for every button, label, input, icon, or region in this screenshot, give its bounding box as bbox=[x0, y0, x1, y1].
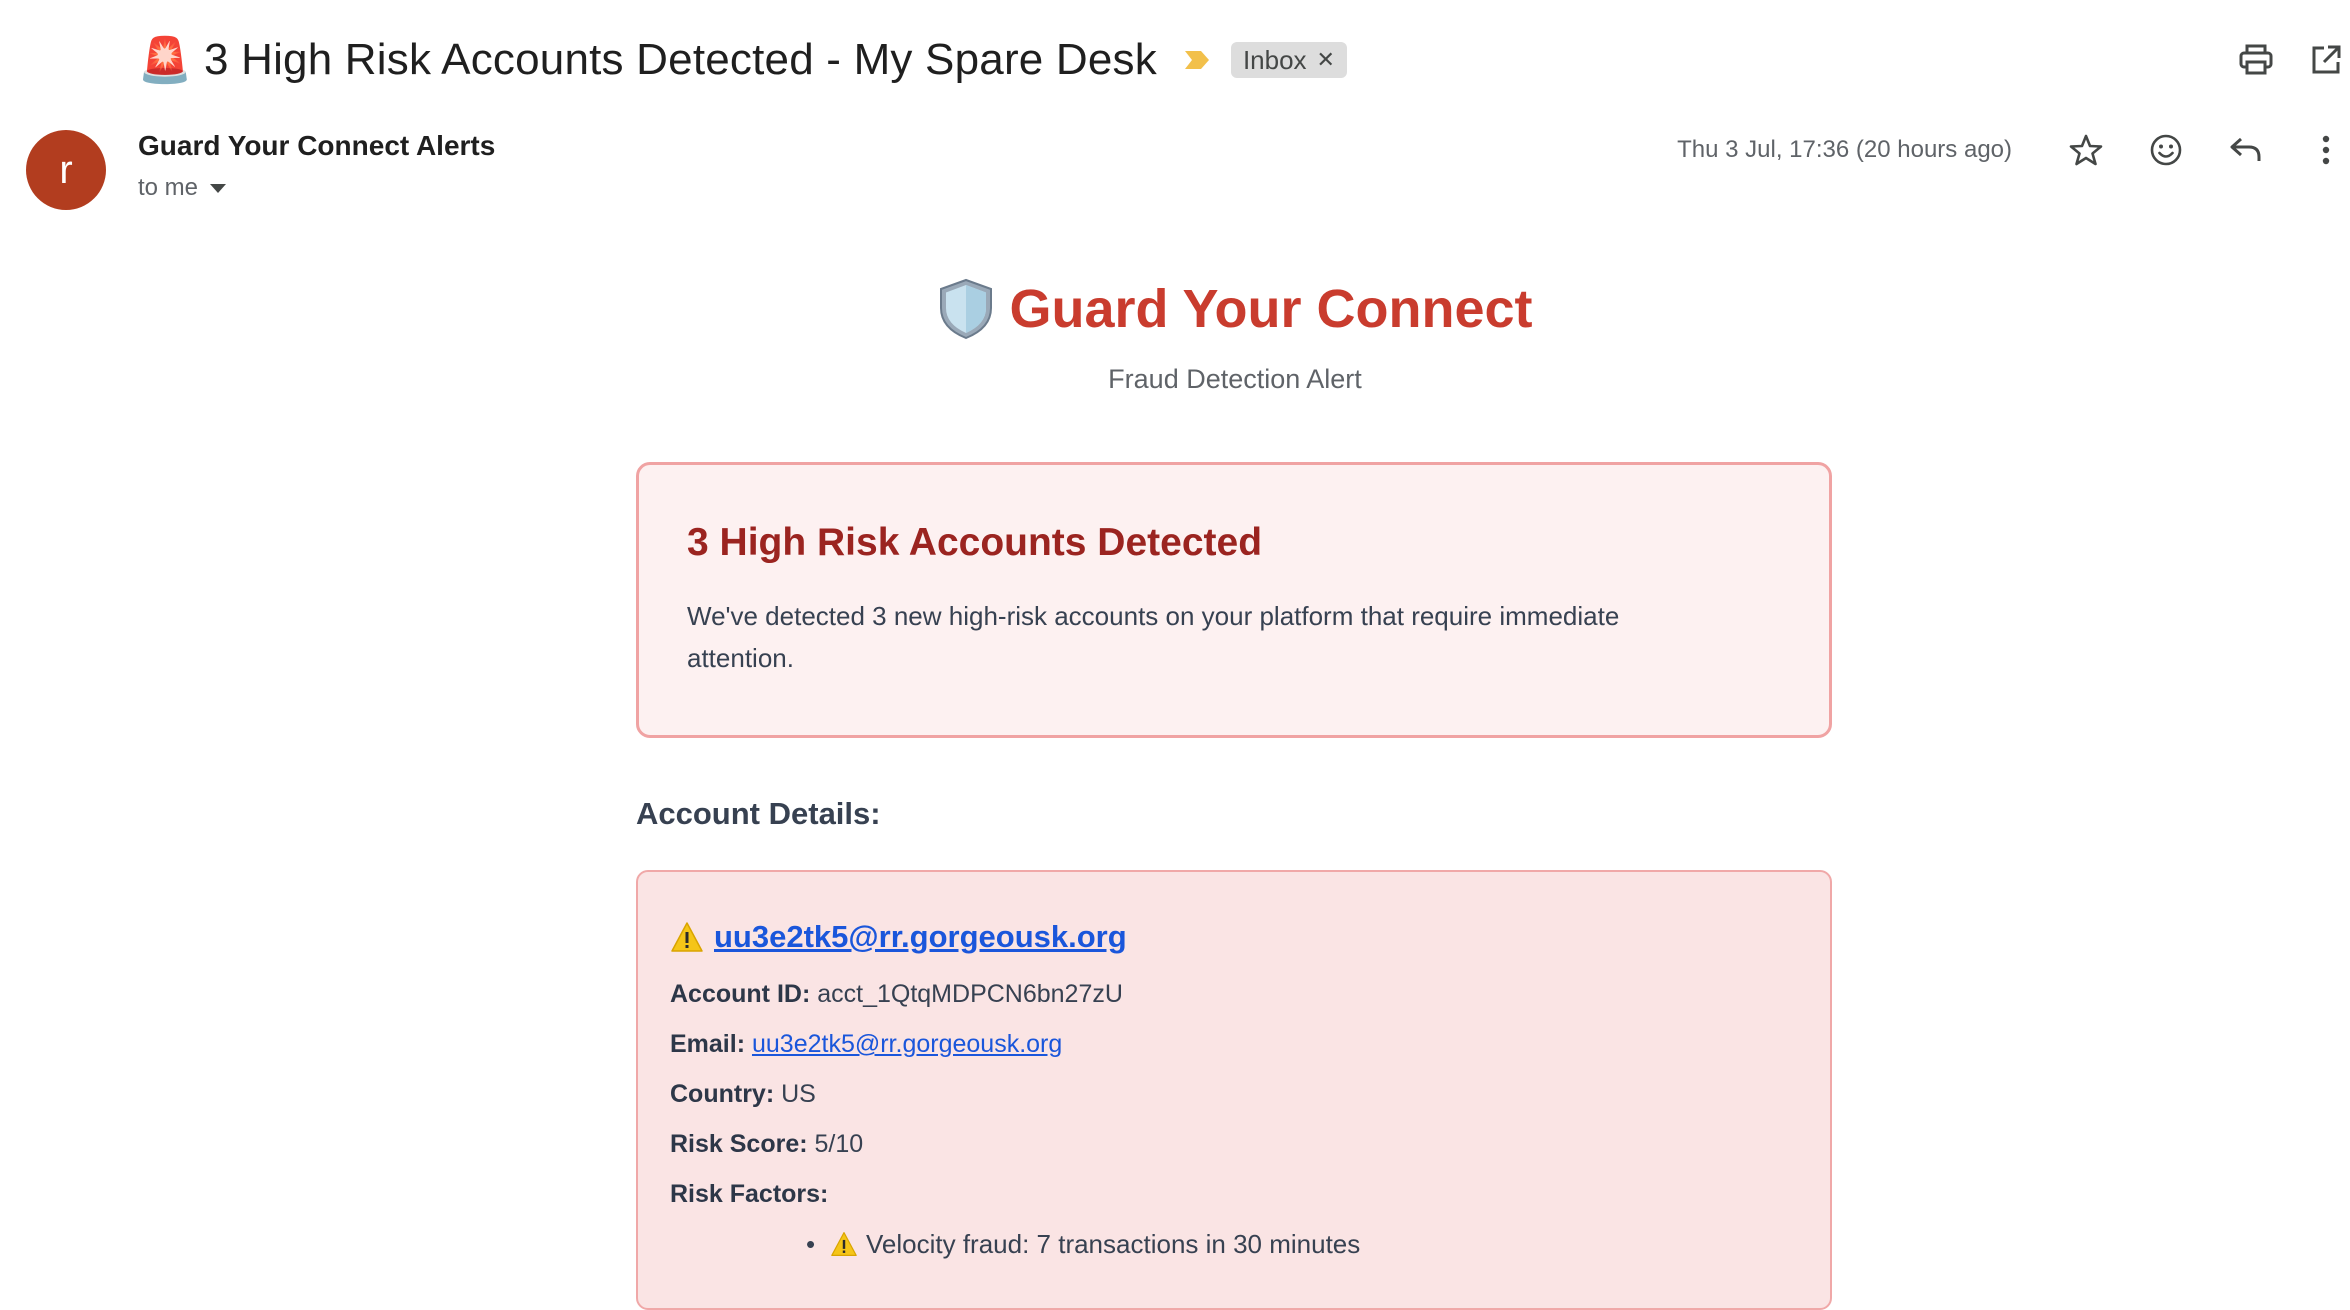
account-card: uu3e2tk5@rr.gorgeousk.org Account ID: ac… bbox=[636, 870, 1832, 1310]
warning-icon bbox=[831, 1232, 857, 1256]
risk-score-label: Risk Score: bbox=[670, 1130, 808, 1158]
open-in-new-window-icon bbox=[2312, 45, 2341, 74]
alert-body: We've detected 3 new high-risk accounts … bbox=[687, 601, 1620, 673]
list-item: Velocity fraud: 7 transactions in 30 min… bbox=[830, 1224, 1798, 1264]
reply-icon bbox=[2230, 137, 2261, 161]
brand-title: Guard Your Connect bbox=[1009, 279, 1533, 339]
sender-name[interactable]: Guard Your Connect Alerts bbox=[138, 130, 495, 162]
section-title: Account Details: bbox=[636, 796, 881, 831]
country-value: US bbox=[781, 1080, 816, 1108]
message-date: Thu 3 Jul, 17:36 (20 hours ago) bbox=[1677, 136, 2012, 163]
sender-avatar[interactable]: r bbox=[26, 130, 106, 210]
risk-factor-text: Velocity fraud: 7 transactions in 30 min… bbox=[866, 1229, 1361, 1259]
close-icon[interactable]: ✕ bbox=[1317, 47, 1335, 73]
email-field: Email: uu3e2tk5@rr.gorgeousk.org bbox=[670, 1026, 1798, 1062]
reply-button[interactable] bbox=[2222, 126, 2270, 174]
alert-title: 3 High Risk Accounts Detected bbox=[687, 521, 1263, 564]
siren-icon: 🚨 bbox=[137, 36, 193, 85]
account-id-value: acct_1QtqMDPCN6bn27zU bbox=[817, 980, 1123, 1008]
emoji-reaction-icon bbox=[2150, 134, 2182, 166]
more-options-icon bbox=[2322, 135, 2330, 165]
risk-factors-field: Risk Factors: bbox=[670, 1176, 1798, 1212]
star-icon bbox=[2069, 134, 2103, 166]
print-icon bbox=[2239, 44, 2273, 75]
add-reaction-button[interactable] bbox=[2142, 126, 2190, 174]
risk-score-value: 5/10 bbox=[814, 1130, 864, 1158]
print-button[interactable] bbox=[2232, 36, 2280, 84]
more-options-button[interactable] bbox=[2302, 126, 2350, 174]
recipient-text: to me bbox=[138, 174, 199, 201]
inbox-label-chip[interactable]: Inbox ✕ bbox=[1230, 42, 1347, 78]
email-label: Email: bbox=[670, 1030, 746, 1058]
brand-subtitle: Fraud Detection Alert bbox=[1108, 364, 1362, 394]
account-heading: uu3e2tk5@rr.gorgeousk.org bbox=[670, 912, 1798, 962]
account-id-label: Account ID: bbox=[670, 980, 811, 1008]
alert-box: 3 High Risk Accounts Detected We've dete… bbox=[636, 462, 1832, 738]
email-link[interactable]: uu3e2tk5@rr.gorgeousk.org bbox=[752, 1030, 1062, 1058]
risk-factors-label: Risk Factors: bbox=[670, 1180, 829, 1208]
star-button[interactable] bbox=[2062, 126, 2110, 174]
brand-header: Guard Your Connect bbox=[0, 278, 2350, 340]
country-label: Country: bbox=[670, 1080, 775, 1108]
risk-factors-list: Velocity fraud: 7 transactions in 30 min… bbox=[670, 1224, 1798, 1264]
open-in-new-window-button[interactable] bbox=[2302, 36, 2350, 84]
email-subject: 3 High Risk Accounts Detected - My Spare… bbox=[204, 35, 1157, 84]
shield-icon bbox=[940, 278, 993, 340]
inbox-label-text: Inbox bbox=[1242, 44, 1307, 75]
importance-marker-icon[interactable] bbox=[1183, 49, 1211, 71]
message-meta: Thu 3 Jul, 17:36 (20 hours ago) bbox=[1677, 126, 2350, 174]
subject-row: 🚨 3 High Risk Accounts Detected - My Spa… bbox=[138, 30, 1347, 90]
warning-icon bbox=[671, 922, 703, 952]
risk-score-field: Risk Score: 5/10 bbox=[670, 1126, 1798, 1162]
account-email-heading-link[interactable]: uu3e2tk5@rr.gorgeousk.org bbox=[714, 919, 1127, 955]
chevron-down-icon bbox=[210, 183, 227, 193]
top-actions bbox=[2210, 36, 2350, 84]
account-id-field: Account ID: acct_1QtqMDPCN6bn27zU bbox=[670, 976, 1798, 1012]
recipient-details-toggle[interactable]: to me bbox=[138, 174, 227, 202]
country-field: Country: US bbox=[670, 1076, 1798, 1112]
